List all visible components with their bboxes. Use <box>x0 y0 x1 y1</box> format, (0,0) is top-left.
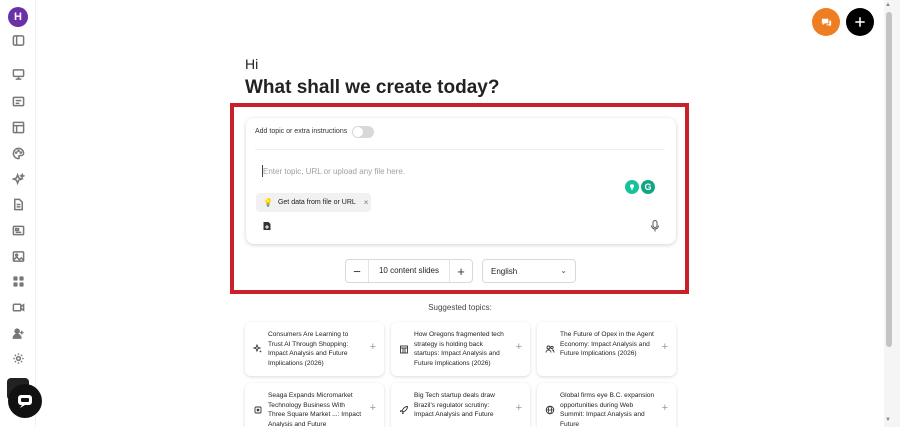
app-root: H ▲ ▼ Hi What shall we create today? Add… <box>0 0 900 427</box>
plus-icon <box>855 17 865 27</box>
add-user-icon[interactable] <box>11 326 25 340</box>
chat-support-button[interactable] <box>8 384 42 418</box>
feedback-button[interactable] <box>812 8 840 36</box>
globe-icon <box>545 405 555 415</box>
topic-card[interactable]: Big Tech startup deals draw Brazil's reg… <box>391 383 530 427</box>
topic-text: Big Tech startup deals draw Brazil's reg… <box>414 392 495 418</box>
add-topic-plus-icon[interactable]: + <box>370 402 376 414</box>
sidebar: H <box>0 0 36 427</box>
add-topic-plus-icon[interactable]: + <box>516 341 522 353</box>
slides-icon[interactable] <box>11 94 25 108</box>
apps-icon[interactable] <box>11 274 25 288</box>
topic-text: The Future of Opex in the Agent Economy:… <box>560 331 654 357</box>
presentation-icon[interactable] <box>11 67 25 81</box>
suggested-topics-heading: Suggested topics: <box>428 303 492 312</box>
topic-text: Global firms eye B.C. expansion opportun… <box>560 392 655 427</box>
document-icon[interactable] <box>11 197 25 211</box>
rocket-icon <box>399 406 408 415</box>
people-icon <box>545 345 555 353</box>
settings-icon[interactable] <box>11 351 25 365</box>
create-new-button[interactable] <box>846 8 874 36</box>
caption-icon[interactable] <box>11 223 25 237</box>
page-title: What shall we create today? <box>245 77 500 98</box>
scroll-down-arrow-icon[interactable]: ▼ <box>885 417 891 423</box>
panel-toggle-icon[interactable] <box>11 33 25 47</box>
chat-icon <box>18 395 32 408</box>
layout-icon[interactable] <box>11 120 25 134</box>
building-icon <box>400 345 408 354</box>
add-topic-plus-icon[interactable]: + <box>662 402 668 414</box>
highlight-frame <box>230 103 689 294</box>
add-topic-plus-icon[interactable]: + <box>516 402 522 414</box>
greeting: Hi <box>245 56 259 72</box>
scrollbar-thumb[interactable] <box>886 12 892 347</box>
sparkle-icon <box>253 344 262 353</box>
topic-text: Seaga Expands Micromarket Technology Bus… <box>268 392 362 427</box>
scroll-up-arrow-icon[interactable]: ▲ <box>885 2 891 8</box>
topic-card[interactable]: Global firms eye B.C. expansion opportun… <box>537 383 676 427</box>
topic-card[interactable]: Consumers Are Learning to Trust AI Throu… <box>245 322 384 376</box>
chip-icon <box>254 406 262 414</box>
palette-icon[interactable] <box>11 146 25 160</box>
topic-card[interactable]: Seaga Expands Micromarket Technology Bus… <box>245 383 384 427</box>
add-topic-plus-icon[interactable]: + <box>370 341 376 353</box>
topic-text: Consumers Are Learning to Trust AI Throu… <box>268 331 349 367</box>
topic-text: How Oregons fragmented tech strategy is … <box>414 331 504 367</box>
topic-card[interactable]: The Future of Opex in the Agent Economy:… <box>537 322 676 376</box>
image-icon[interactable] <box>11 249 25 263</box>
avatar[interactable]: H <box>8 7 28 27</box>
add-topic-plus-icon[interactable]: + <box>662 341 668 353</box>
topic-card[interactable]: How Oregons fragmented tech strategy is … <box>391 322 530 376</box>
sparkle-icon[interactable] <box>11 172 25 186</box>
feedback-icon <box>821 18 831 27</box>
